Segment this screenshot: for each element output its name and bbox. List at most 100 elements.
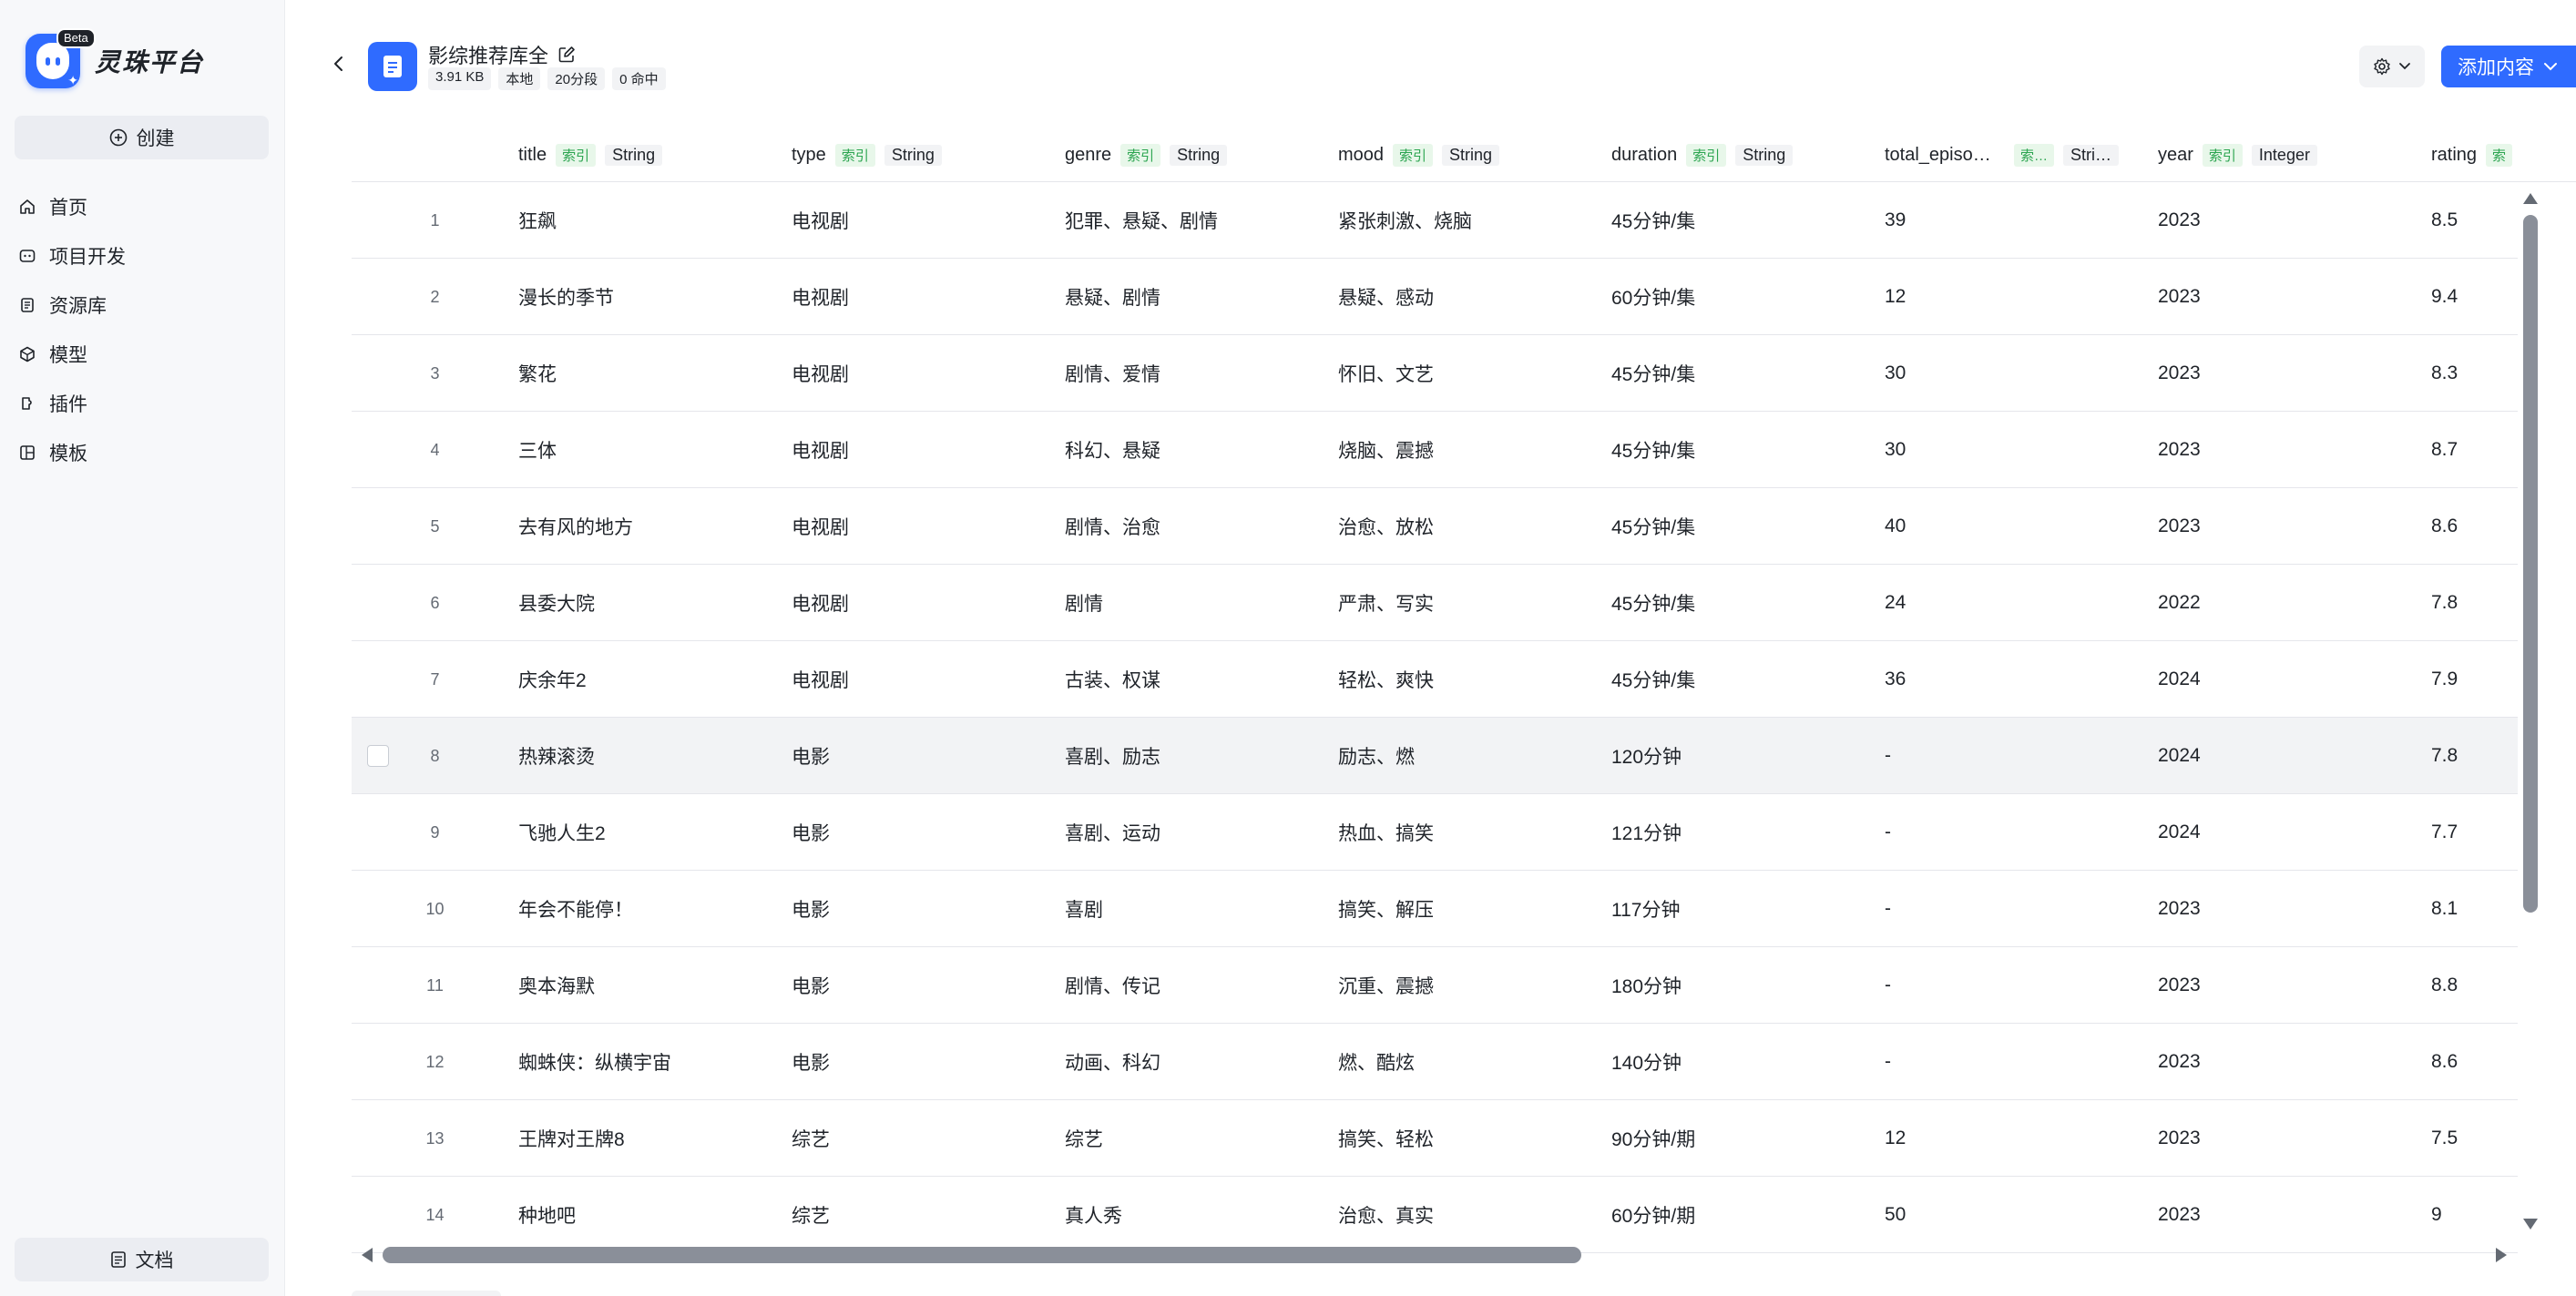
- column-header-total-episodes[interactable]: total_episo… 索… Stri…: [1885, 128, 2120, 182]
- cell-mood: 搞笑、解压: [1338, 900, 1434, 921]
- table-row[interactable]: 12 蜘蛛侠：纵横宇宙 电影 动画、科幻 燃、酷炫 140分钟 - 2023 8.6: [352, 1024, 2518, 1100]
- table-row[interactable]: 2 漫长的季节 电视剧 悬疑、剧情 悬疑、感动 60分钟/集 12 2023 9.4: [352, 259, 2518, 335]
- sidebar-item-plugin[interactable]: 插件: [0, 379, 285, 428]
- column-header-type[interactable]: type 索引 String: [792, 128, 942, 182]
- cell-mood: 怀旧、文艺: [1338, 364, 1434, 385]
- column-header-duration[interactable]: duration 索引 String: [1611, 128, 1794, 182]
- cell-title: 热辣滚烫: [518, 747, 595, 768]
- cell-total-episodes: 36: [1885, 668, 1906, 689]
- cell-total-episodes: 24: [1885, 592, 1906, 613]
- cell-genre: 真人秀: [1065, 1206, 1122, 1227]
- table-row[interactable]: 3 繁花 电视剧 剧情、爱情 怀旧、文艺 45分钟/集 30 2023 8.3: [352, 335, 2518, 412]
- cell-title: 蜘蛛侠：纵横宇宙: [518, 1053, 671, 1074]
- scroll-left-arrow-icon[interactable]: [362, 1248, 373, 1262]
- document-icon: [110, 1251, 126, 1268]
- cell-duration: 60分钟/期: [1611, 1206, 1696, 1227]
- cell-genre: 动画、科幻: [1065, 1053, 1160, 1074]
- cell-rating: 8.6: [2431, 1051, 2458, 1072]
- sidebar-item-library[interactable]: 资源库: [0, 281, 285, 330]
- cell-duration: 117分钟: [1611, 900, 1681, 921]
- table-row[interactable]: 1 狂飙 电视剧 犯罪、悬疑、剧情 紧张刺激、烧脑 45分钟/集 39 2023 8.5: [352, 182, 2518, 259]
- table-row[interactable]: 7 庆余年2 电视剧 古装、权谋 轻松、爽快 45分钟/集 36 2024 7.9: [352, 641, 2518, 718]
- cell-total-episodes: -: [1885, 821, 1891, 842]
- cell-type: 电视剧: [792, 517, 849, 538]
- table-row[interactable]: 5 去有风的地方 电视剧 剧情、治愈 治愈、放松 45分钟/集 40 2023 8.6: [352, 488, 2518, 565]
- scroll-up-arrow-icon[interactable]: [2523, 193, 2538, 204]
- vertical-scrollbar[interactable]: [2523, 215, 2538, 913]
- cell-title: 年会不能停！: [518, 900, 633, 921]
- row-number: 5: [430, 516, 440, 536]
- edit-icon[interactable]: [557, 46, 576, 64]
- row-number: 10: [425, 899, 445, 918]
- cell-genre: 剧情、治愈: [1065, 517, 1160, 538]
- table-row[interactable]: 10 年会不能停！ 电影 喜剧 搞笑、解压 117分钟 - 2023 8.1: [352, 871, 2518, 947]
- create-button[interactable]: 创建: [15, 116, 269, 159]
- column-name: rating: [2431, 144, 2478, 165]
- cell-rating: 7.8: [2431, 592, 2458, 613]
- column-header-rating[interactable]: rating 索: [2431, 128, 2513, 182]
- cell-year: 2023: [2158, 898, 2201, 919]
- cell-total-episodes: 12: [1885, 286, 1906, 307]
- cell-duration: 60分钟/集: [1611, 288, 1696, 309]
- column-header-mood[interactable]: mood 索引 String: [1338, 128, 1500, 182]
- table-row[interactable]: 4 三体 电视剧 科幻、悬疑 烧脑、震撼 45分钟/集 30 2023 8.7: [352, 412, 2518, 488]
- sidebar-item-template[interactable]: 模板: [0, 428, 285, 477]
- cell-type: 电视剧: [792, 211, 849, 232]
- library-icon: [18, 296, 36, 314]
- cell-duration: 90分钟/期: [1611, 1129, 1696, 1150]
- cell-rating: 7.5: [2431, 1128, 2458, 1148]
- cell-duration: 45分钟/集: [1611, 670, 1696, 691]
- cell-total-episodes: 40: [1885, 515, 1906, 536]
- back-button[interactable]: [328, 53, 350, 75]
- cell-duration: 45分钟/集: [1611, 211, 1696, 232]
- docs-button[interactable]: 文档: [15, 1238, 269, 1281]
- cell-title: 王牌对王牌8: [518, 1129, 625, 1150]
- cell-total-episodes: 30: [1885, 362, 1906, 383]
- table-row[interactable]: 6 县委大院 电视剧 剧情 严肃、写实 45分钟/集 24 2022 7.8: [352, 565, 2518, 641]
- horizontal-scrollbar[interactable]: [383, 1247, 1581, 1263]
- cell-duration: 45分钟/集: [1611, 517, 1696, 538]
- cell-title: 三体: [518, 441, 557, 462]
- cell-genre: 科幻、悬疑: [1065, 441, 1160, 462]
- type-tag: String: [1442, 144, 1500, 166]
- type-tag: Stri…: [2063, 144, 2120, 166]
- create-label: 创建: [136, 128, 175, 149]
- brand[interactable]: ✦ Beta 灵珠平台: [26, 28, 204, 93]
- cell-rating: 7.8: [2431, 745, 2458, 766]
- cell-genre: 剧情、爱情: [1065, 364, 1160, 385]
- cell-mood: 搞笑、轻松: [1338, 1129, 1434, 1150]
- sidebar-item-project[interactable]: 项目开发: [0, 231, 285, 281]
- cell-year: 2023: [2158, 515, 2201, 536]
- table-row[interactable]: 8 热辣滚烫 电影 喜剧、励志 励志、燃 120分钟 - 2024 7.8: [352, 718, 2518, 794]
- row-number: 14: [425, 1205, 445, 1224]
- scroll-right-arrow-icon[interactable]: [2496, 1248, 2507, 1262]
- cell-duration: 120分钟: [1611, 747, 1682, 768]
- sidebar-item-model[interactable]: 模型: [0, 330, 285, 379]
- settings-button[interactable]: [2359, 46, 2425, 87]
- table-row[interactable]: 11 奥本海默 电影 剧情、传记 沉重、震撼 180分钟 - 2023 8.8: [352, 947, 2518, 1024]
- cell-year: 2023: [2158, 439, 2201, 460]
- cell-title: 繁花: [518, 364, 557, 385]
- footer-control[interactable]: [352, 1291, 501, 1296]
- cell-total-episodes: 39: [1885, 209, 1906, 230]
- table-row[interactable]: 9 飞驰人生2 电影 喜剧、运动 热血、搞笑 121分钟 - 2024 7.7: [352, 794, 2518, 871]
- cell-rating: 8.7: [2431, 439, 2458, 460]
- cell-rating: 7.7: [2431, 821, 2458, 842]
- cell-mood: 悬疑、感动: [1338, 288, 1434, 309]
- table-row[interactable]: 14 种地吧 综艺 真人秀 治愈、真实 60分钟/期 50 2023 9: [352, 1177, 2518, 1253]
- column-header-year[interactable]: year 索引 Integer: [2158, 128, 2317, 182]
- sidebar-item-home[interactable]: 首页: [0, 182, 285, 231]
- scroll-down-arrow-icon[interactable]: [2523, 1219, 2538, 1230]
- cell-duration: 180分钟: [1611, 976, 1682, 997]
- add-content-button[interactable]: 添加内容: [2441, 46, 2576, 87]
- cell-mood: 紧张刺激、烧脑: [1338, 211, 1472, 232]
- cell-duration: 45分钟/集: [1611, 364, 1696, 385]
- column-header-genre[interactable]: genre 索引 String: [1065, 128, 1228, 182]
- cell-rating: 8.8: [2431, 975, 2458, 995]
- table-row[interactable]: 13 王牌对王牌8 综艺 综艺 搞笑、轻松 90分钟/期 12 2023 7.5: [352, 1100, 2518, 1177]
- column-name: duration: [1611, 144, 1678, 165]
- column-header-title[interactable]: title 索引 String: [518, 128, 663, 182]
- cell-title: 奥本海默: [518, 976, 595, 997]
- cell-year: 2023: [2158, 975, 2201, 995]
- cell-year: 2022: [2158, 592, 2201, 613]
